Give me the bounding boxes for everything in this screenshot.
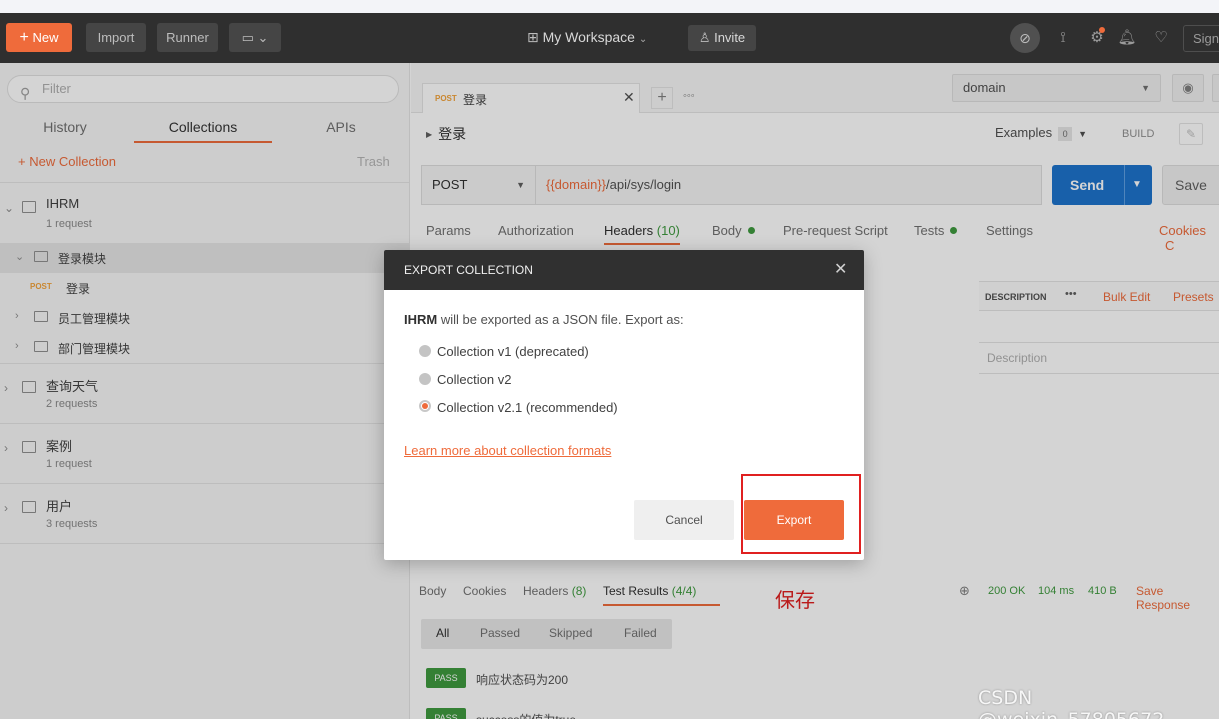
plus-icon: + bbox=[19, 29, 29, 46]
sync-off-icon[interactable]: ⊘ bbox=[1010, 23, 1040, 53]
chevron-down-icon: ⌄ bbox=[638, 34, 648, 45]
signin-button[interactable]: Sign bbox=[1183, 25, 1219, 52]
new-button-label: New bbox=[32, 30, 59, 45]
radio-v2[interactable] bbox=[419, 373, 431, 385]
import-button[interactable]: Import bbox=[86, 23, 146, 52]
radio-v2-1[interactable] bbox=[419, 400, 431, 412]
description-text: will be exported as a JSON file. Export … bbox=[437, 312, 684, 327]
cancel-button[interactable]: Cancel bbox=[634, 500, 734, 540]
runner-button[interactable]: Runner bbox=[157, 23, 218, 52]
learn-more-link[interactable]: Learn more about collection formats bbox=[404, 443, 611, 458]
window-top-strip bbox=[0, 0, 1219, 13]
workspace-selector[interactable]: ⊞ My Workspace ⌄ bbox=[527, 23, 647, 52]
window-plus-icon: ▭ ⌄ bbox=[241, 30, 269, 45]
dialog-header: EXPORT COLLECTION ✕ bbox=[384, 250, 864, 290]
invite-button[interactable]: ♙ Invite bbox=[688, 25, 756, 51]
watermark: CSDN @weixin_57805672 bbox=[978, 687, 1164, 719]
option-v2-label[interactable]: Collection v2 bbox=[437, 372, 511, 387]
new-window-button[interactable]: ▭ ⌄ bbox=[229, 23, 281, 52]
notification-dot bbox=[1099, 27, 1105, 33]
heart-icon[interactable]: ♡ bbox=[1151, 28, 1171, 48]
invite-label: Invite bbox=[714, 30, 746, 45]
option-v1-label[interactable]: Collection v1 (deprecated) bbox=[437, 344, 589, 359]
dialog-description: IHRM will be exported as a JSON file. Ex… bbox=[404, 312, 684, 327]
option-v2-1-label[interactable]: Collection v2.1 (recommended) bbox=[437, 400, 618, 415]
app-header: + New Import Runner ▭ ⌄ ⊞ My Workspace ⌄… bbox=[0, 13, 1219, 63]
workspace-label: My Workspace bbox=[542, 29, 635, 45]
radio-v1[interactable] bbox=[419, 345, 431, 357]
close-icon[interactable]: ✕ bbox=[834, 259, 847, 279]
grid-icon: ⊞ bbox=[527, 29, 539, 45]
bell-icon[interactable]: 🔔︎ bbox=[1117, 28, 1137, 48]
satellite-icon[interactable]: ⟟ bbox=[1053, 28, 1073, 48]
collection-name: IHRM bbox=[404, 312, 438, 327]
new-button[interactable]: + New bbox=[6, 23, 72, 52]
user-icon: ♙ bbox=[698, 30, 711, 45]
highlight-box bbox=[741, 474, 861, 554]
dialog-title: EXPORT COLLECTION bbox=[404, 263, 533, 277]
